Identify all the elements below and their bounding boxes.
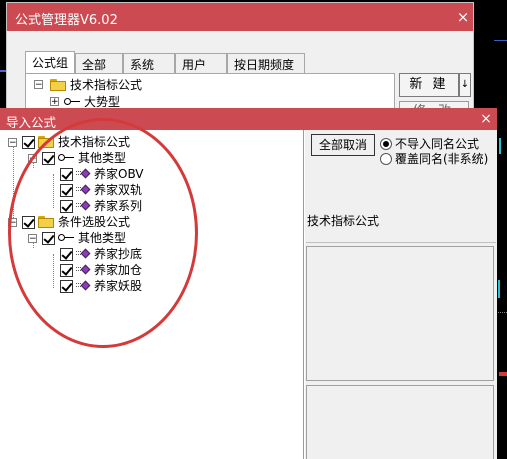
dropdown-arrow-icon[interactable]: ↓ [459, 73, 471, 97]
key-icon [64, 98, 80, 106]
formula-detail-box [306, 385, 494, 459]
tab-all[interactable]: 全部 [75, 53, 123, 73]
checkbox[interactable] [22, 136, 35, 149]
tab-system[interactable]: 系统 [123, 53, 175, 73]
chart-bar-fragment [498, 280, 500, 298]
tree-item-label: 技术指标公式 [70, 78, 143, 92]
formula-manager-title: 公式管理器V6.02 [7, 3, 473, 31]
chart-line-fragment [494, 40, 507, 41]
tab-user[interactable]: 用户 [175, 53, 227, 73]
collapse-icon[interactable]: − [34, 80, 43, 90]
folder-icon [50, 79, 66, 91]
tab-formula-group[interactable]: 公式组 [25, 51, 75, 74]
new-button[interactable]: 新 建 [399, 73, 459, 97]
formula-manager-dialog: 公式管理器V6.02 × 公式组 全部 系统 用户 按日期频度 − 技术指标公式… [6, 2, 474, 123]
radio-overwrite[interactable] [380, 153, 392, 165]
chart-mark-fragment [499, 372, 507, 376]
close-icon[interactable]: × [454, 8, 472, 26]
formula-info-label: 技术指标公式 [306, 213, 496, 243]
radio-no-import[interactable] [380, 138, 392, 150]
formula-description-box [306, 246, 494, 381]
formula-manager-tabs: 公式组 全部 系统 用户 按日期频度 [25, 51, 325, 74]
expand-icon[interactable]: + [50, 97, 59, 107]
tab-by-date-frequency[interactable]: 按日期频度 [227, 53, 305, 73]
radio-no-import-label: 不导入同名公式 [395, 137, 480, 151]
radio-overwrite-label: 覆盖同名(非系统) [395, 152, 489, 166]
cancel-all-button[interactable]: 全部取消 [311, 134, 375, 156]
collapse-icon[interactable]: − [8, 138, 17, 148]
close-icon[interactable]: × [478, 111, 494, 127]
annotation-circle [8, 118, 198, 348]
chart-bar-fragment [499, 138, 501, 154]
